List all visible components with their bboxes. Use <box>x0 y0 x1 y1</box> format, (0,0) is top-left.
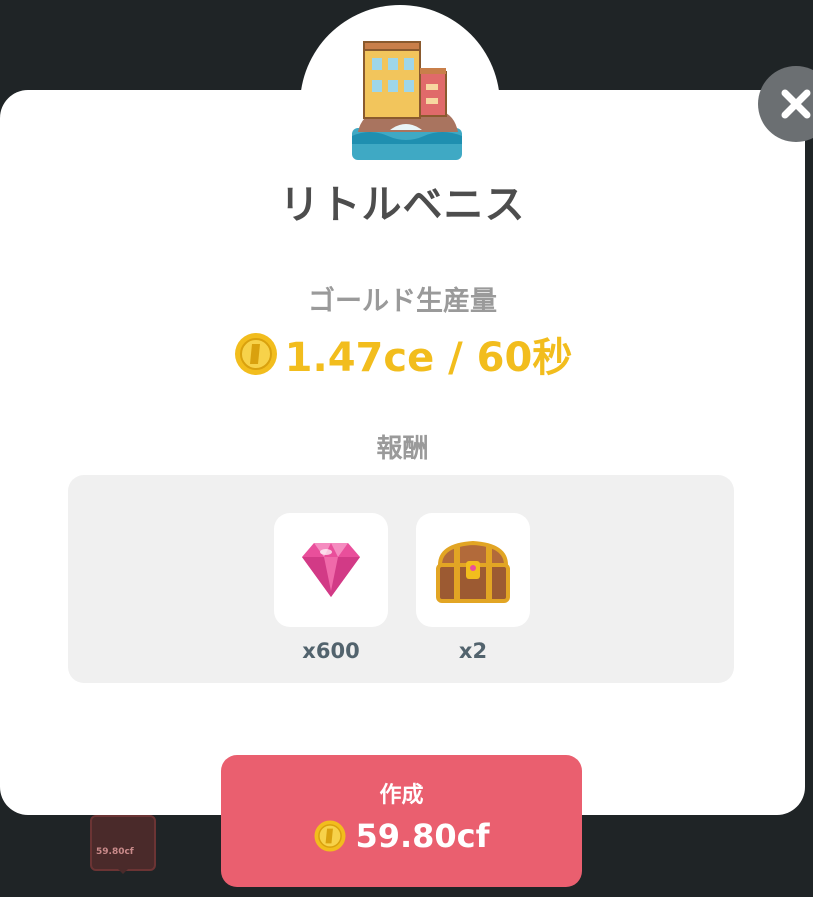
building-name: リトルベニス <box>279 182 526 228</box>
background-map-marker-price: 59.80cf <box>96 847 134 857</box>
gold-coin-icon <box>234 333 277 375</box>
reward-count-chest: x2 <box>458 639 488 663</box>
production-value: 1.47ce / 60秒 <box>284 335 573 381</box>
production-row: 1.47ce / 60秒 <box>0 326 805 382</box>
venice-building-icon <box>352 41 462 160</box>
treasure-chest-icon <box>436 540 510 603</box>
background-map-marker: 59.80cf <box>90 815 156 874</box>
rewards-panel: x600 x2 <box>68 475 734 683</box>
production-label: ゴールド生産量 <box>308 286 497 317</box>
close-icon <box>781 89 811 119</box>
pink-gem-icon <box>302 543 360 597</box>
reward-count-gem: x600 <box>302 639 360 663</box>
rewards-label: 報酬 <box>376 434 429 464</box>
reward-tile-chest[interactable] <box>416 513 530 627</box>
create-button[interactable]: 作成 59.80cf <box>221 755 582 887</box>
create-price-row: 59.80cf <box>221 815 582 857</box>
reward-item-chest: x2 <box>416 513 530 663</box>
reward-item-gem: x600 <box>274 513 388 663</box>
gold-coin-icon <box>314 820 346 852</box>
reward-tile-gem[interactable] <box>274 513 388 627</box>
create-price: 59.80cf <box>355 817 490 855</box>
create-button-label: 作成 <box>379 783 424 808</box>
